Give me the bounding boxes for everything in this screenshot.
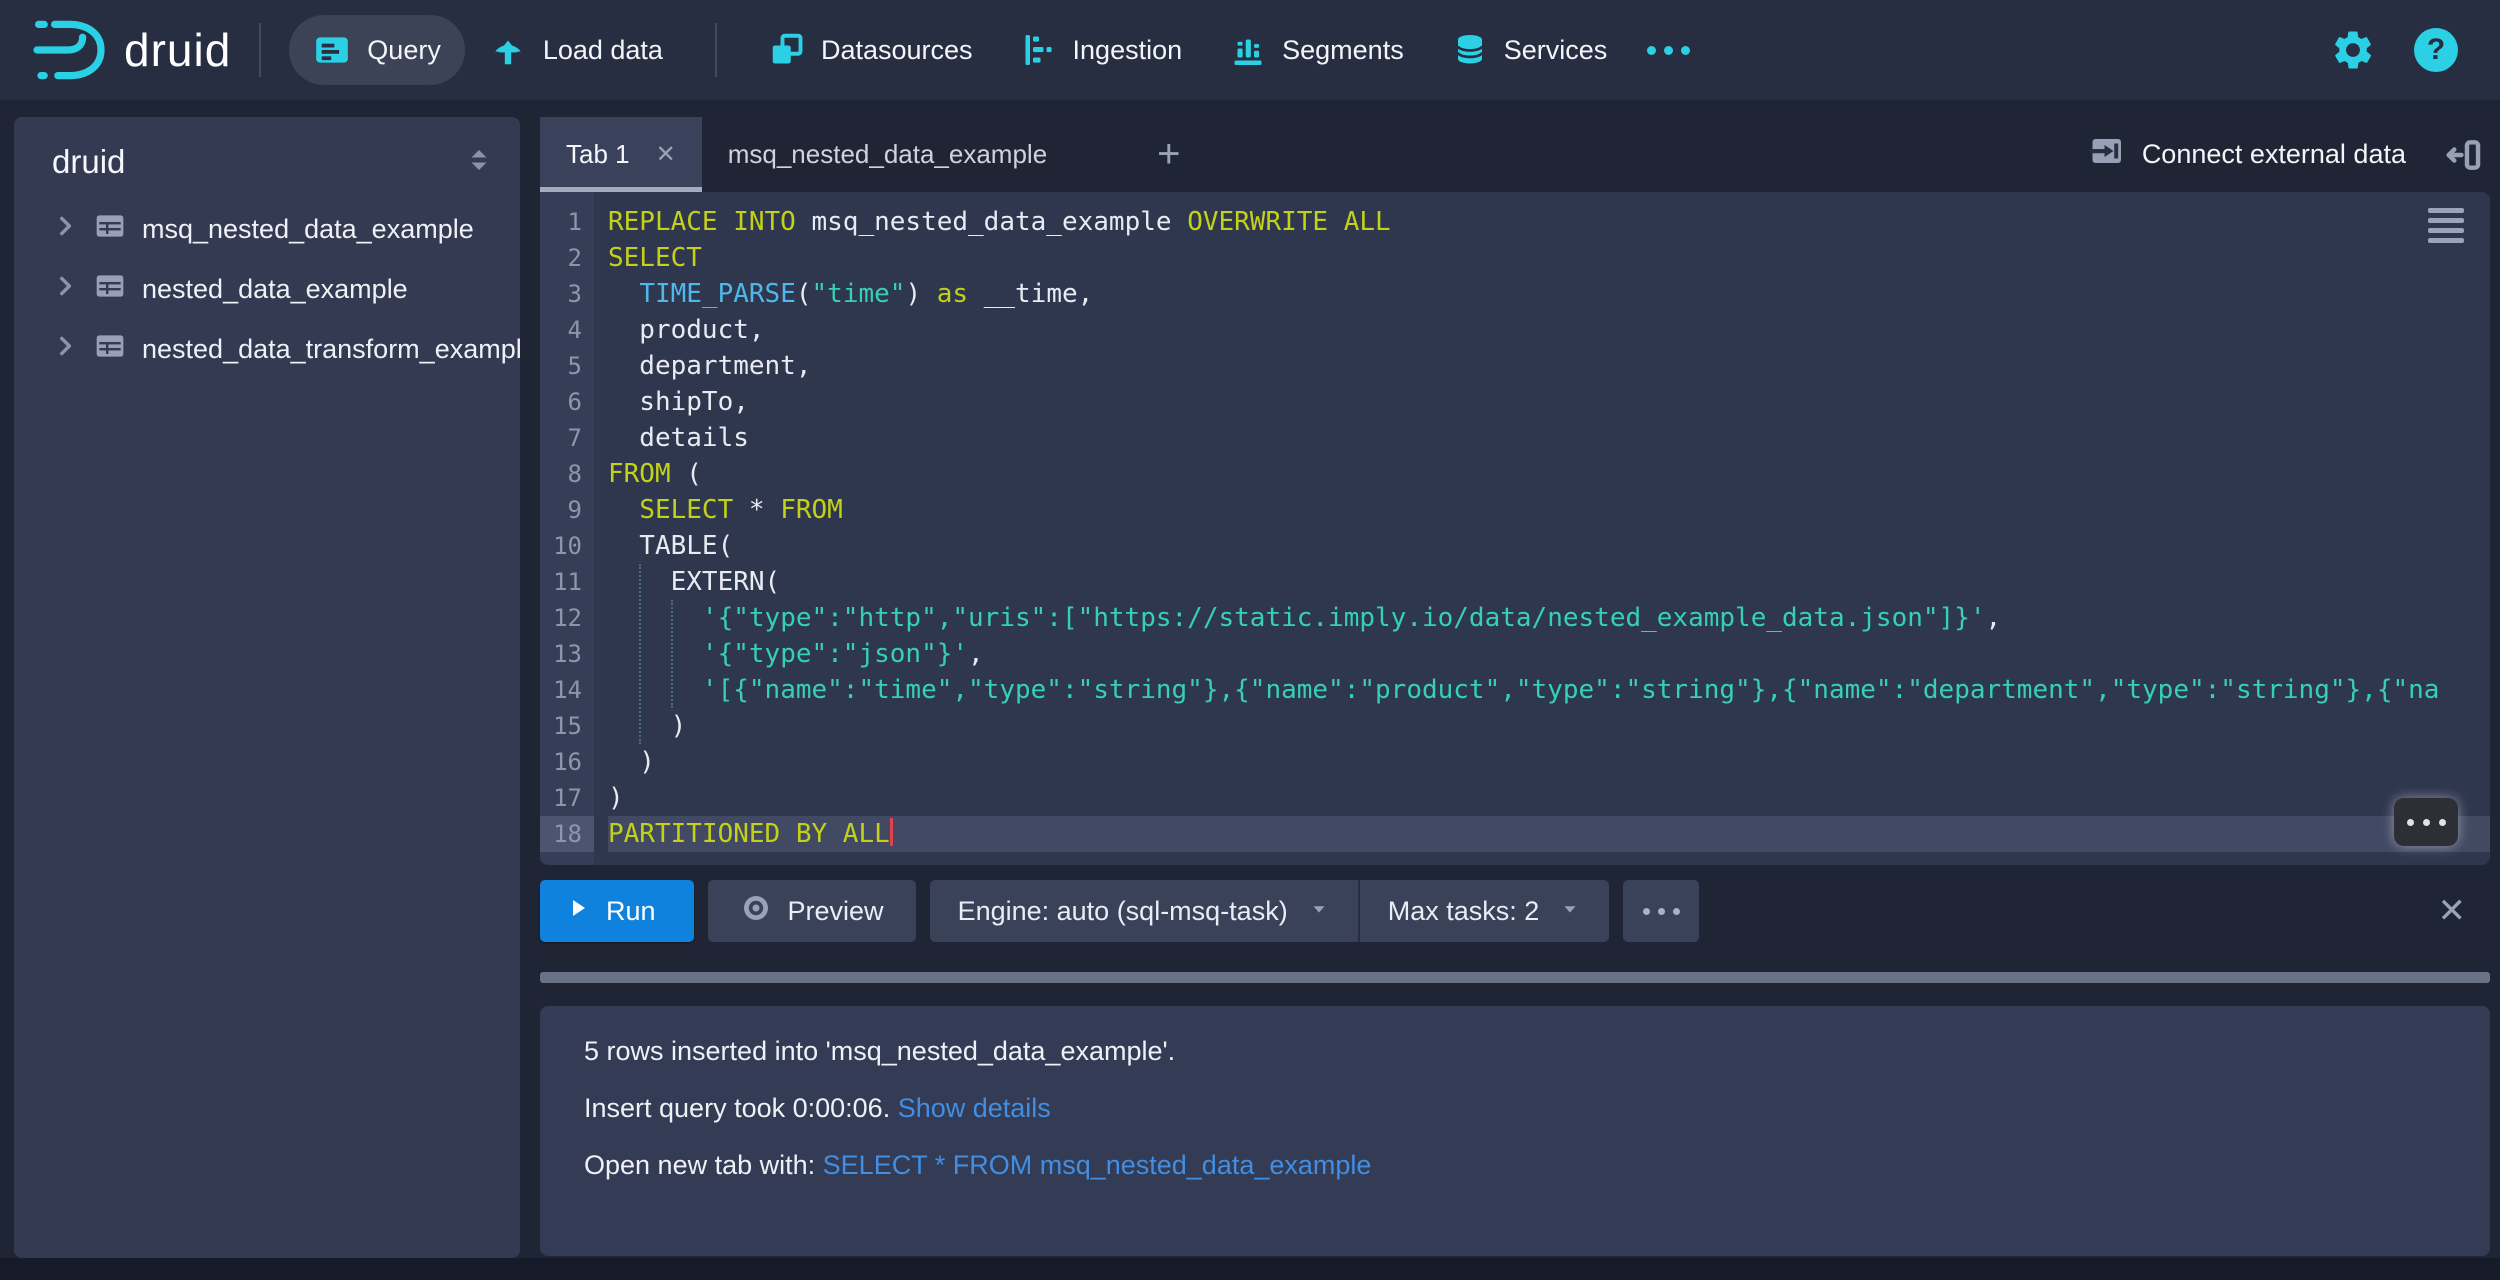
play-icon [566,896,590,927]
eye-icon [740,892,772,931]
nav-item-query[interactable]: Query [289,15,465,85]
tab-tab1[interactable]: Tab 1 ✕ [540,117,702,192]
query-results-panel: 5 rows inserted into 'msq_nested_data_ex… [540,1006,2490,1256]
segments-icon [1230,32,1266,68]
resize-splitter-handle[interactable] [540,972,2490,983]
datasources-icon [769,32,805,68]
query-duration-row: Insert query took 0:00:06. Show details [584,1093,2490,1124]
line-actions-button[interactable] [2394,798,2458,846]
druid-logo[interactable]: druid [30,18,231,82]
engine-select[interactable]: Engine: auto (sql-msq-task) [930,880,1358,942]
indent-guide [639,564,641,744]
new-tab-button[interactable]: + [1131,117,1206,192]
table-name: nested_data_transform_exampl [142,334,520,365]
table-icon [94,330,126,369]
footer-strip [0,1258,2500,1280]
run-button[interactable]: Run [540,880,694,942]
chevron-down-icon [1308,896,1330,927]
close-results-icon[interactable]: ✕ [2438,891,2467,931]
services-database-icon [1452,32,1488,68]
brand-wordmark: druid [124,23,231,77]
sort-icon[interactable] [464,145,494,180]
ingestion-icon [1021,32,1057,68]
navbar: druid Query Load data [0,0,2500,100]
engine-settings-group: Engine: auto (sql-msq-task) Max tasks: 2 [930,880,1610,942]
query-workbench: Tab 1 ✕ msq_nested_data_example + [540,117,2490,1258]
table-name: msq_nested_data_example [142,214,474,245]
settings-gear-icon[interactable] [2330,27,2376,73]
editor-gutter: 123456789101112131415161718 [540,192,594,865]
nav-item-load-data[interactable]: Load data [465,15,687,85]
sidebar-item-nested-data-transform-example[interactable]: nested_data_transform_exampl [14,319,520,379]
nav-item-ingestion[interactable]: Ingestion [997,15,1207,85]
nav-item-services[interactable]: Services [1428,15,1632,85]
sidebar-item-nested-data-example[interactable]: nested_data_example [14,259,520,319]
druid-console: druid Query Load data [0,0,2500,1280]
open-new-tab-row: Open new tab with: SELECT * FROM msq_nes… [584,1150,2490,1181]
show-details-link[interactable]: Show details [898,1093,1051,1123]
close-tab-icon[interactable]: ✕ [656,140,676,169]
schema-title: druid [52,143,125,181]
more-menu-button[interactable] [1631,15,1706,85]
code-lines[interactable]: REPLACE INTO msq_nested_data_example OVE… [594,192,2490,865]
chevron-right-icon[interactable] [52,333,78,366]
preview-button[interactable]: Preview [708,880,916,942]
insert-summary-text: 5 rows inserted into 'msq_nested_data_ex… [584,1036,2490,1067]
druid-logo-icon [30,18,108,82]
table-icon [94,210,126,249]
navbar-divider [715,23,717,77]
sql-editor[interactable]: 123456789101112131415161718 REPLACE INTO… [540,192,2490,865]
tab-msq-nested-data-example[interactable]: msq_nested_data_example [702,117,1073,192]
navbar-divider [259,23,261,77]
sidebar-schema-panel: druid msq_nested_data_example [14,117,520,1258]
chevron-right-icon[interactable] [52,213,78,246]
import-data-icon [2088,133,2124,176]
table-name: nested_data_example [142,274,408,305]
run-bar: Run Preview Engine: auto (sql-msq-task) [540,880,2490,942]
nav-item-datasources[interactable]: Datasources [745,15,997,85]
nav-item-segments[interactable]: Segments [1206,15,1428,85]
run-more-options-button[interactable] [1623,880,1699,942]
connect-external-data-button[interactable]: Connect external data [2088,133,2406,176]
open-new-tab-query-link[interactable]: SELECT * FROM msq_nested_data_example [823,1150,1372,1180]
upload-icon [489,31,527,69]
chevron-right-icon[interactable] [52,273,78,306]
query-console-icon [313,31,351,69]
help-icon[interactable]: ? [2414,28,2458,72]
indent-guide [671,600,673,708]
open-drawer-icon[interactable] [2444,136,2482,174]
sidebar-item-msq-nested-data-example[interactable]: msq_nested_data_example [14,199,520,259]
max-tasks-select[interactable]: Max tasks: 2 [1360,880,1610,942]
work-history-icon[interactable] [2428,208,2464,243]
table-icon [94,270,126,309]
chevron-down-icon [1559,896,1581,927]
query-tab-bar: Tab 1 ✕ msq_nested_data_example + [540,117,2490,192]
